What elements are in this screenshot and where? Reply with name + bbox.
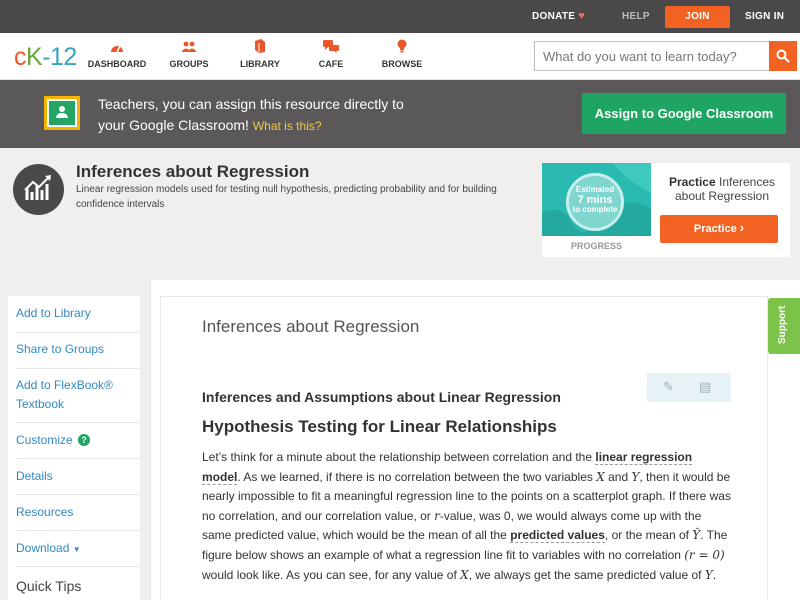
sign-in-link[interactable]: SIGN IN: [745, 0, 784, 33]
share-to-groups-link[interactable]: Share to Groups: [16, 340, 140, 369]
glossary-term-predicted-values[interactable]: predicted values: [510, 528, 605, 544]
join-button[interactable]: JOIN: [665, 6, 730, 28]
nav-dashboard[interactable]: DASHBOARD: [77, 37, 157, 69]
subsection-heading: Hypothesis Testing for Linear Relationsh…: [202, 417, 557, 436]
browse-icon: [362, 37, 442, 59]
nav-library[interactable]: LIBRARY: [220, 37, 300, 69]
lesson-title: Inferences about Regression: [76, 162, 310, 181]
chevron-right-icon: ›: [739, 220, 745, 235]
library-icon: [220, 37, 300, 59]
practice-title: Practice Inferences about Regression: [668, 175, 776, 203]
ck12-logo[interactable]: cK-12: [14, 43, 77, 72]
main-nav: cK-12 DASHBOARD GROUPS LIBRARY CAFE BROW…: [0, 33, 800, 80]
caret-down-icon: ▼: [72, 545, 81, 554]
search-button[interactable]: [769, 41, 797, 71]
help-link[interactable]: HELP: [622, 0, 650, 33]
practice-image: Estimated 7 mins to complete: [542, 163, 651, 236]
nav-cafe[interactable]: CAFE: [291, 37, 371, 69]
estimated-time-badge: Estimated 7 mins to complete: [566, 173, 624, 231]
progress-label: PROGRESS: [570, 241, 622, 251]
pencil-icon[interactable]: ✎: [663, 379, 674, 395]
cafe-icon: [291, 37, 371, 59]
details-link[interactable]: Details: [16, 467, 140, 495]
lesson-type-icon: [13, 164, 64, 215]
notes-icon[interactable]: ▤: [699, 379, 711, 395]
google-classroom-banner: Teachers, you can assign this resource d…: [0, 80, 800, 148]
trend-chart-icon: [24, 175, 51, 200]
resources-link[interactable]: Resources: [16, 503, 140, 531]
search-input[interactable]: [534, 41, 770, 71]
body-paragraph: Let’s think for a minute about the relat…: [202, 450, 731, 582]
classroom-message: Teachers, you can assign this resource d…: [98, 96, 404, 133]
add-to-flexbook-link[interactable]: Add to FlexBook® Textbook: [16, 376, 140, 423]
content-title: Inferences about Regression: [202, 317, 420, 336]
top-bar: DONATE ♥ HELP JOIN SIGN IN: [0, 0, 800, 33]
lesson-content: Inferences about Regression ✎ ▤ Inferenc…: [160, 296, 768, 600]
lesson-description: Linear regression models used for testin…: [76, 184, 497, 210]
practice-button[interactable]: Practice ›: [660, 215, 778, 243]
section-heading: Inferences and Assumptions about Linear …: [202, 389, 561, 405]
practice-card: Estimated 7 mins to complete PROGRESS Pr…: [542, 163, 790, 257]
support-tab[interactable]: Support: [768, 298, 800, 354]
quick-tips-heading[interactable]: Quick Tips: [16, 578, 81, 594]
what-is-this-link[interactable]: What is this?: [253, 119, 322, 133]
add-to-library-link[interactable]: Add to Library: [16, 304, 140, 333]
customize-link[interactable]: Customize ?: [16, 431, 140, 459]
nav-browse[interactable]: BROWSE: [362, 37, 442, 69]
dashboard-icon: [77, 37, 157, 59]
search-icon: [776, 49, 790, 63]
lesson-sidebar: Add to Library Share to Groups Add to Fl…: [8, 296, 140, 600]
help-question-icon[interactable]: ?: [78, 434, 91, 446]
download-link[interactable]: Download ▼: [16, 539, 140, 567]
donate-link[interactable]: DONATE ♥: [532, 0, 585, 33]
assign-to-classroom-button[interactable]: Assign to Google Classroom: [582, 93, 786, 134]
groups-icon: [149, 37, 229, 59]
google-classroom-icon: [44, 96, 80, 130]
heart-icon: ♥: [578, 10, 586, 22]
content-toolbar: ✎ ▤: [647, 373, 731, 402]
nav-groups[interactable]: GROUPS: [149, 37, 229, 69]
